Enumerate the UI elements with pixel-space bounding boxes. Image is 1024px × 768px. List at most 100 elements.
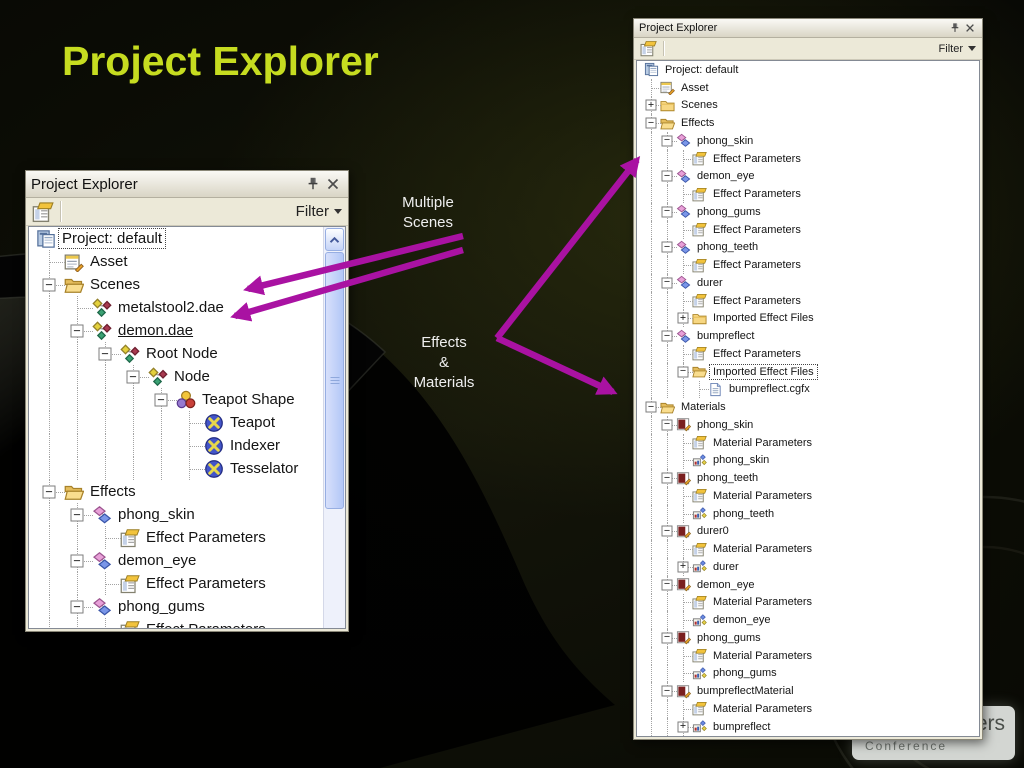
tree-item-effect-parameters[interactable]: Effect Parameters: [637, 185, 979, 203]
scroll-up-button[interactable]: [325, 228, 344, 251]
tree-item-material-parameters[interactable]: Material Parameters: [637, 646, 979, 665]
tree-item-effect-parameters[interactable]: Effect Parameters: [29, 618, 345, 628]
tree-item-asset[interactable]: Asset: [637, 78, 979, 97]
tree-item-label[interactable]: phong_teeth: [710, 507, 777, 521]
close-icon[interactable]: [323, 174, 343, 194]
collapse-icon[interactable]: −: [42, 278, 56, 291]
tree-item-label[interactable]: Scenes: [87, 275, 143, 294]
collapse-icon[interactable]: −: [70, 324, 84, 337]
tree-item-durer0[interactable]: − durer0: [637, 522, 979, 541]
tree-item-materials[interactable]: − Materials: [637, 398, 979, 416]
tree-item-label[interactable]: Effects: [87, 482, 139, 501]
tree-item-label[interactable]: Effect Parameters: [143, 574, 269, 593]
tree-item-indexer[interactable]: Indexer: [29, 434, 345, 457]
tree-item-phong-skin[interactable]: phong_skin: [637, 451, 979, 470]
tree-item-label[interactable]: Imported Effect Files: [709, 363, 818, 380]
tree-item-effect-parameters[interactable]: Effect Parameters: [637, 256, 979, 274]
collapse-icon[interactable]: −: [661, 472, 673, 484]
tree-item-material-parameters[interactable]: Material Parameters: [637, 700, 979, 718]
collapse-icon[interactable]: −: [661, 632, 673, 644]
tree-item-root-node[interactable]: − Root Node: [29, 342, 345, 365]
tree-item-label[interactable]: Asset: [87, 252, 131, 271]
tree-item-label[interactable]: Indexer: [227, 436, 283, 455]
tree-item-effect-parameters[interactable]: Effect Parameters: [29, 526, 345, 549]
tree-item-label[interactable]: Teapot: [227, 413, 278, 432]
tree-item-label[interactable]: Effect Parameters: [710, 223, 804, 237]
tree-item-label[interactable]: Effect Parameters: [143, 528, 269, 547]
tree-item-label[interactable]: phong_teeth: [694, 471, 761, 485]
close-icon[interactable]: [962, 21, 977, 36]
tree-item-label[interactable]: Root Node: [143, 344, 221, 363]
tree-item-material-parameters[interactable]: Material Parameters: [637, 540, 979, 558]
collapse-icon[interactable]: −: [661, 685, 673, 697]
tree-item-label[interactable]: Asset: [678, 81, 712, 95]
collapse-icon[interactable]: −: [661, 579, 673, 591]
tree-item-effect-parameters[interactable]: Effect Parameters: [637, 220, 979, 239]
scroll-thumb[interactable]: [325, 252, 344, 509]
tree-item-label[interactable]: durer: [694, 276, 726, 290]
tree-item-label[interactable]: Teapot Shape: [199, 390, 298, 409]
tree-item-label[interactable]: Imported Effect Files: [710, 311, 817, 325]
tree-view[interactable]: Project: default Asset + Scenes − Effects − pho…: [636, 60, 980, 737]
pin-icon[interactable]: [303, 174, 323, 194]
tree-item-label[interactable]: Effect Parameters: [710, 347, 804, 361]
tree-view[interactable]: Project: default Asset − Scenes metalstool2.…: [28, 226, 346, 629]
tree-item-label[interactable]: phong_gums: [694, 631, 764, 645]
tree-item-demon-eye[interactable]: − demon_eye: [637, 167, 979, 186]
tree-item-label[interactable]: Scenes: [678, 98, 721, 112]
tree-item-label[interactable]: Material Parameters: [710, 436, 815, 450]
tree-item-project-default[interactable]: Project: default: [637, 61, 979, 79]
tree-item-material-parameters[interactable]: Material Parameters: [637, 487, 979, 505]
tree-item-durer[interactable]: + durer: [637, 558, 979, 576]
tree-item-label[interactable]: Project: default: [57, 228, 167, 249]
collapse-icon[interactable]: −: [645, 401, 657, 413]
tree-item-label[interactable]: metalstool2.dae: [115, 298, 227, 317]
tree-item-label[interactable]: demon.dae: [115, 321, 196, 340]
tree-item-label[interactable]: Effect Parameters: [710, 187, 804, 201]
tree-item-label[interactable]: phong_gums: [694, 205, 764, 219]
tree-item-label[interactable]: Effect Parameters: [710, 294, 804, 308]
tree-item-scenes[interactable]: − Scenes: [29, 273, 345, 296]
tree-item-phong-gums[interactable]: − phong_gums: [637, 203, 979, 221]
tree-item-material-parameters[interactable]: Material Parameters: [637, 593, 979, 612]
collapse-icon[interactable]: −: [677, 366, 689, 378]
tree-item-label[interactable]: Material Parameters: [710, 595, 815, 609]
tree-item-label[interactable]: demon_eye: [115, 551, 199, 570]
tree-item-project-default[interactable]: Project: default: [29, 227, 345, 250]
tree-item-label[interactable]: demon_eye: [694, 169, 758, 183]
tree-item-teapot-shape[interactable]: − Teapot Shape: [29, 388, 345, 411]
tree-item-label[interactable]: Effect Parameters: [710, 152, 804, 166]
tree-item-label[interactable]: durer: [710, 560, 742, 574]
tree-item-bumpreflect[interactable]: − bumpreflect: [637, 327, 979, 345]
tree-item-demon-dae[interactable]: − demon.dae: [29, 319, 345, 342]
filter-dropdown[interactable]: Filter: [939, 43, 976, 55]
expand-icon[interactable]: +: [677, 721, 689, 733]
tree-item-phong-teeth[interactable]: phong_teeth: [637, 504, 979, 523]
collapse-icon[interactable]: −: [661, 135, 673, 147]
tree-item-effects[interactable]: − Effects: [29, 480, 345, 503]
expand-icon[interactable]: +: [677, 312, 689, 324]
collapse-icon[interactable]: −: [661, 206, 673, 218]
tree-item-phong-skin[interactable]: − phong_skin: [637, 416, 979, 434]
collapse-icon[interactable]: −: [98, 347, 112, 360]
pin-icon[interactable]: [947, 21, 962, 36]
tree-item-phong-teeth[interactable]: − phong_teeth: [637, 469, 979, 487]
tree-item-label[interactable]: phong_skin: [694, 418, 756, 432]
tree-item-label[interactable]: Effects: [678, 116, 717, 130]
vertical-scrollbar[interactable]: [323, 227, 345, 628]
collapse-icon[interactable]: −: [661, 277, 673, 289]
tree-item-demon-eye[interactable]: − demon_eye: [637, 575, 979, 594]
tree-item-label[interactable]: Material Parameters: [710, 702, 815, 716]
collapse-icon[interactable]: −: [661, 419, 673, 431]
tree-item-asset[interactable]: Asset: [29, 250, 345, 273]
expand-icon[interactable]: +: [677, 561, 689, 573]
tree-item-demon-eye[interactable]: − demon_eye: [29, 549, 345, 572]
tree-item-material-parameters[interactable]: Material Parameters: [637, 433, 979, 452]
tree-item-label[interactable]: bumpreflect: [710, 720, 773, 734]
tree-item-durer[interactable]: − durer: [637, 274, 979, 292]
collapse-icon[interactable]: −: [70, 554, 84, 567]
collapse-icon[interactable]: −: [661, 330, 673, 342]
expand-icon[interactable]: +: [645, 99, 657, 111]
tree-item-label[interactable]: demon_eye: [694, 578, 758, 592]
properties-tool-icon[interactable]: [640, 40, 657, 57]
